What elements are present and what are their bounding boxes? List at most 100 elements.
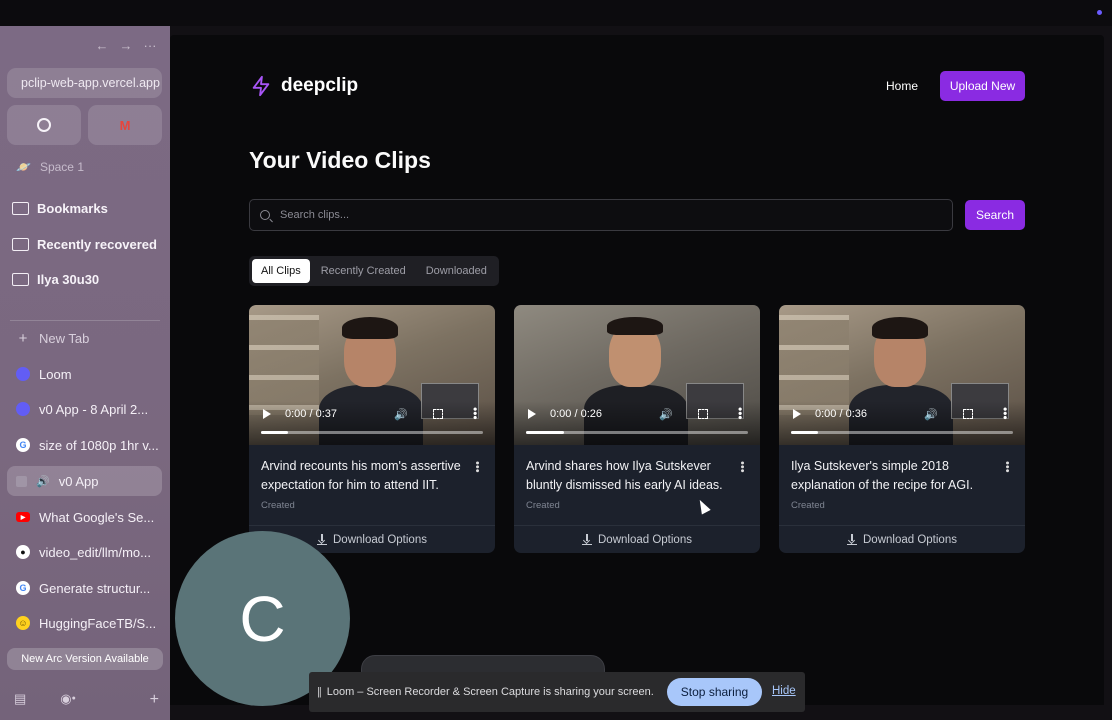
sidebar-tab-v0-app[interactable]: 🔊 v0 App (7, 466, 162, 496)
drag-handle-icon[interactable]: || (317, 686, 322, 698)
download-icon (317, 533, 327, 545)
folder-ilya-30u30[interactable]: Ilya 30u30 (12, 272, 99, 287)
youtube-icon: ▶ (16, 512, 30, 522)
forward-arrow-icon[interactable]: → (119, 38, 133, 53)
pinned-tab-openai[interactable] (7, 105, 81, 145)
tab-label: Loom (39, 366, 72, 382)
clip-meta: Created (791, 500, 825, 511)
download-label: Download Options (863, 533, 957, 546)
search-icon (260, 210, 270, 220)
space-label-text: Space 1 (39, 160, 84, 174)
loom-icon (16, 367, 30, 381)
volume-icon[interactable]: 🔊 (924, 408, 938, 421)
folder-label: Bookmarks (37, 201, 108, 216)
library-icon[interactable]: ▤ (14, 691, 26, 709)
video-time: 0:00 / 0:36 (815, 408, 867, 420)
volume-icon[interactable]: 🔊 (659, 408, 673, 421)
github-icon: ● (16, 545, 30, 559)
video-progress-bar[interactable] (791, 431, 1013, 434)
kebab-menu-icon[interactable]: ••• (736, 461, 748, 473)
favicon-placeholder-icon (16, 475, 27, 487)
video-more-icon[interactable]: ••• (468, 407, 482, 420)
space-label[interactable]: 🪐 Space 1 (16, 160, 84, 174)
search-button[interactable]: Search (965, 200, 1025, 230)
nav-home-link[interactable]: Home (886, 79, 918, 93)
clip-title: Ilya Sutskever's simple 2018 explanation… (791, 459, 974, 492)
tab-label: v0 App (58, 473, 99, 489)
brand-logo[interactable]: deepclip (250, 75, 358, 97)
url-bar[interactable]: pclip-web-app.vercel.app (7, 68, 162, 98)
space-dot-icon[interactable]: ● (72, 695, 76, 709)
planet-icon: 🪐 (16, 160, 31, 174)
hide-link[interactable]: Hide (772, 685, 796, 697)
volume-icon[interactable]: 🔊 (394, 408, 408, 421)
brand-name: deepclip (281, 75, 359, 96)
stop-sharing-button[interactable]: Stop sharing (667, 678, 762, 706)
sidebar-tab-loom[interactable]: Loom (7, 359, 162, 389)
clip-meta: Created (261, 500, 295, 511)
search-field[interactable] (249, 199, 953, 231)
download-options-button[interactable]: Download Options (514, 525, 760, 553)
video-progress-bar[interactable] (526, 431, 748, 434)
upload-new-button[interactable]: Upload New (940, 71, 1025, 101)
space-switcher-icon[interactable]: ◉ (60, 691, 71, 709)
download-options-button[interactable]: Download Options (779, 525, 1025, 553)
fullscreen-icon[interactable] (698, 409, 708, 419)
sidebar-bottom-bar: ▤ ◉ ● + (14, 691, 159, 709)
tab-label: video_edit/llm/mo... (39, 544, 151, 560)
add-space-icon[interactable]: + (150, 691, 159, 709)
tab-downloaded[interactable]: Downloaded (417, 259, 496, 283)
download-icon (582, 533, 592, 545)
fullscreen-icon[interactable] (963, 409, 973, 419)
sidebar-tab-youtube[interactable]: ▶ What Google's Se... (7, 502, 162, 532)
folder-icon (12, 238, 29, 251)
play-icon[interactable] (263, 409, 271, 419)
play-icon[interactable] (793, 409, 801, 419)
play-icon[interactable] (528, 409, 536, 419)
sidebar-tab-v0-app-april[interactable]: v0 App - 8 April 2... (7, 394, 162, 424)
back-arrow-icon[interactable]: ← (95, 38, 109, 53)
clip-card: 0:00 / 0:26 🔊 ••• Arvind shares how Ilya… (514, 305, 760, 553)
video-player[interactable]: 0:00 / 0:26 🔊 ••• (514, 305, 760, 445)
video-controls: 0:00 / 0:26 🔊 ••• (514, 401, 760, 445)
share-message: Loom – Screen Recorder & Screen Capture … (326, 686, 654, 698)
video-player[interactable]: 0:00 / 0:37 🔊 ••• (249, 305, 495, 445)
os-top-strip (0, 0, 1112, 26)
screen-share-bar: || Loom – Screen Recorder & Screen Captu… (309, 672, 805, 712)
download-label: Download Options (598, 533, 692, 546)
nav-buttons: ← → ··· (95, 38, 157, 53)
lightning-icon (252, 75, 270, 97)
kebab-menu-icon[interactable]: ••• (471, 461, 483, 473)
fullscreen-icon[interactable] (433, 409, 443, 419)
new-tab-button[interactable]: + New Tab (7, 323, 162, 353)
sidebar-tab-google-search[interactable]: G size of 1080p 1hr v... (7, 430, 162, 460)
tab-all-clips[interactable]: All Clips (252, 259, 310, 283)
kebab-menu-icon[interactable]: ••• (1001, 461, 1013, 473)
clip-card: 0:00 / 0:36 🔊 ••• Ilya Sutskever's simpl… (779, 305, 1025, 553)
video-player[interactable]: 0:00 / 0:36 🔊 ••• (779, 305, 1025, 445)
clip-meta: Created (526, 500, 560, 511)
sidebar-divider (10, 320, 160, 321)
search-input[interactable] (280, 209, 920, 221)
plus-icon: + (18, 329, 28, 347)
video-more-icon[interactable]: ••• (733, 407, 747, 420)
folder-icon (12, 202, 29, 215)
folder-label: Ilya 30u30 (37, 272, 100, 287)
sidebar-tab-github[interactable]: ● video_edit/llm/mo... (7, 537, 162, 567)
folder-label: Recently recovered (37, 237, 157, 252)
huggingface-icon: ☺ (16, 616, 30, 630)
google-icon: G (16, 438, 30, 452)
new-version-button[interactable]: New Arc Version Available (7, 648, 163, 670)
video-progress-bar[interactable] (261, 431, 483, 434)
clip-title: Arvind shares how Ilya Sutskever bluntly… (526, 459, 723, 492)
folder-bookmarks[interactable]: Bookmarks (12, 201, 108, 216)
download-icon (847, 533, 857, 545)
folder-recently-recovered[interactable]: Recently recovered (12, 237, 157, 252)
sidebar-tab-huggingface[interactable]: ☺ HuggingFaceTB/S... (7, 608, 162, 638)
sidebar-tab-google-generate[interactable]: G Generate structur... (7, 573, 162, 603)
tab-recently-created[interactable]: Recently Created (312, 259, 415, 283)
browser-sidebar: ← → ··· pclip-web-app.vercel.app M 🪐 Spa… (0, 26, 170, 720)
more-menu-icon[interactable]: ··· (143, 38, 157, 53)
video-more-icon[interactable]: ••• (998, 407, 1012, 420)
pinned-tab-gmail[interactable]: M (88, 105, 162, 145)
